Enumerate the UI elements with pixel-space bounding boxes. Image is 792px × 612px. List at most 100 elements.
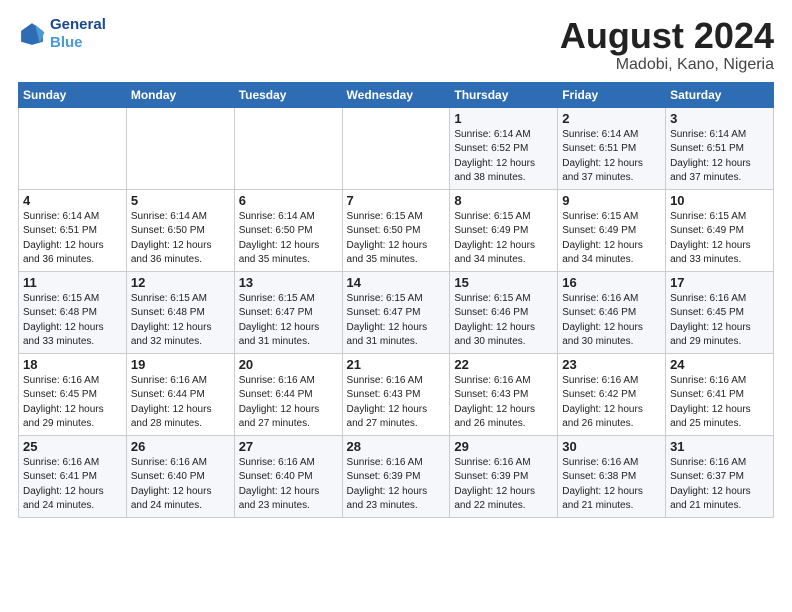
day-number: 23 <box>562 357 661 372</box>
day-details: Sunrise: 6:16 AMSunset: 6:46 PMDaylight:… <box>562 292 661 350</box>
month-title: August 2024 <box>560 16 774 56</box>
empty-cell <box>19 107 127 189</box>
day-number: 3 <box>670 111 769 126</box>
day-number: 16 <box>562 275 661 290</box>
day-details: Sunrise: 6:15 AMSunset: 6:48 PMDaylight:… <box>131 292 230 350</box>
day-cell-9: 9 Sunrise: 6:15 AMSunset: 6:49 PMDaylight… <box>558 189 666 271</box>
week-row-4: 18 Sunrise: 6:16 AMSunset: 6:45 PMDayligh… <box>19 353 774 435</box>
day-number: 20 <box>239 357 338 372</box>
day-cell-17: 17 Sunrise: 6:16 AMSunset: 6:45 PMDayligh… <box>666 271 774 353</box>
day-number: 29 <box>454 439 553 454</box>
day-cell-22: 22 Sunrise: 6:16 AMSunset: 6:43 PMDayligh… <box>450 353 558 435</box>
week-row-5: 25Sunrise: 6:16 AMSunset: 6:41 PMDayligh… <box>19 435 774 517</box>
week-row-2: 4Sunrise: 6:14 AMSunset: 6:51 PMDaylight… <box>19 189 774 271</box>
day-number: 1 <box>454 111 553 126</box>
day-details: Sunrise: 6:15 AMSunset: 6:46 PMDaylight:… <box>454 292 553 350</box>
day-cell-7: 7 Sunrise: 6:15 AMSunset: 6:50 PMDaylight… <box>342 189 450 271</box>
calendar-table: SundayMondayTuesdayWednesdayThursdayFrid… <box>18 82 774 518</box>
day-number: 2 <box>562 111 661 126</box>
day-cell-3: 3Sunrise: 6:14 AMSunset: 6:51 PMDaylight… <box>666 107 774 189</box>
day-cell-13: 13 Sunrise: 6:15 AMSunset: 6:47 PMDayligh… <box>234 271 342 353</box>
day-details: Sunrise: 6:16 AMSunset: 6:42 PMDaylight:… <box>562 374 661 432</box>
day-cell-26: 26 Sunrise: 6:16 AMSunset: 6:40 PMDayligh… <box>126 435 234 517</box>
day-number: 21 <box>347 357 446 372</box>
day-cell-25: 25Sunrise: 6:16 AMSunset: 6:41 PMDayligh… <box>19 435 127 517</box>
day-number: 22 <box>454 357 553 372</box>
day-cell-5: 5 Sunrise: 6:14 AMSunset: 6:50 PMDaylight… <box>126 189 234 271</box>
day-details: Sunrise: 6:16 AMSunset: 6:39 PMDaylight:… <box>454 456 553 514</box>
header: General Blue August 2024 Madobi, Kano, N… <box>18 16 774 74</box>
week-row-1: 1 Sunrise: 6:14 AMSunset: 6:52 PMDaylight… <box>19 107 774 189</box>
day-details: Sunrise: 6:15 AMSunset: 6:48 PMDaylight:… <box>23 292 122 350</box>
title-block: August 2024 Madobi, Kano, Nigeria <box>560 16 774 74</box>
day-details: Sunrise: 6:16 AMSunset: 6:43 PMDaylight:… <box>347 374 446 432</box>
day-number: 30 <box>562 439 661 454</box>
logo: General Blue <box>18 16 106 52</box>
day-details: Sunrise: 6:16 AMSunset: 6:40 PMDaylight:… <box>239 456 338 514</box>
day-number: 14 <box>347 275 446 290</box>
day-number: 12 <box>131 275 230 290</box>
day-details: Sunrise: 6:16 AMSunset: 6:41 PMDaylight:… <box>670 374 769 432</box>
day-details: Sunrise: 6:16 AMSunset: 6:45 PMDaylight:… <box>670 292 769 350</box>
day-number: 17 <box>670 275 769 290</box>
day-cell-10: 10 Sunrise: 6:15 AMSunset: 6:49 PMDayligh… <box>666 189 774 271</box>
day-details: Sunrise: 6:16 AMSunset: 6:45 PMDaylight:… <box>23 374 122 432</box>
week-row-3: 11 Sunrise: 6:15 AMSunset: 6:48 PMDayligh… <box>19 271 774 353</box>
day-number: 18 <box>23 357 122 372</box>
day-number: 28 <box>347 439 446 454</box>
day-number: 11 <box>23 275 122 290</box>
day-details: Sunrise: 6:15 AMSunset: 6:49 PMDaylight:… <box>562 210 661 268</box>
day-cell-20: 20Sunrise: 6:16 AMSunset: 6:44 PMDayligh… <box>234 353 342 435</box>
weekday-header-monday: Monday <box>126 82 234 107</box>
day-cell-14: 14 Sunrise: 6:15 AMSunset: 6:47 PMDayligh… <box>342 271 450 353</box>
day-number: 15 <box>454 275 553 290</box>
logo-icon <box>18 20 46 48</box>
day-cell-24: 24 Sunrise: 6:16 AMSunset: 6:41 PMDayligh… <box>666 353 774 435</box>
weekday-header-saturday: Saturday <box>666 82 774 107</box>
day-cell-4: 4Sunrise: 6:14 AMSunset: 6:51 PMDaylight… <box>19 189 127 271</box>
empty-cell <box>126 107 234 189</box>
day-details: Sunrise: 6:15 AMSunset: 6:50 PMDaylight:… <box>347 210 446 268</box>
location: Madobi, Kano, Nigeria <box>560 56 774 74</box>
day-number: 7 <box>347 193 446 208</box>
day-cell-15: 15 Sunrise: 6:15 AMSunset: 6:46 PMDayligh… <box>450 271 558 353</box>
day-details: Sunrise: 6:14 AMSunset: 6:50 PMDaylight:… <box>131 210 230 268</box>
day-cell-21: 21 Sunrise: 6:16 AMSunset: 6:43 PMDayligh… <box>342 353 450 435</box>
day-details: Sunrise: 6:15 AMSunset: 6:47 PMDaylight:… <box>239 292 338 350</box>
day-number: 5 <box>131 193 230 208</box>
weekday-header-tuesday: Tuesday <box>234 82 342 107</box>
day-details: Sunrise: 6:14 AMSunset: 6:52 PMDaylight:… <box>454 128 553 186</box>
day-cell-23: 23 Sunrise: 6:16 AMSunset: 6:42 PMDayligh… <box>558 353 666 435</box>
day-details: Sunrise: 6:16 AMSunset: 6:38 PMDaylight:… <box>562 456 661 514</box>
day-number: 24 <box>670 357 769 372</box>
day-details: Sunrise: 6:14 AMSunset: 6:50 PMDaylight:… <box>239 210 338 268</box>
day-details: Sunrise: 6:16 AMSunset: 6:39 PMDaylight:… <box>347 456 446 514</box>
day-cell-2: 2 Sunrise: 6:14 AMSunset: 6:51 PMDaylight… <box>558 107 666 189</box>
weekday-header-friday: Friday <box>558 82 666 107</box>
day-number: 27 <box>239 439 338 454</box>
day-number: 9 <box>562 193 661 208</box>
day-cell-16: 16 Sunrise: 6:16 AMSunset: 6:46 PMDayligh… <box>558 271 666 353</box>
day-number: 13 <box>239 275 338 290</box>
weekday-header-sunday: Sunday <box>19 82 127 107</box>
day-details: Sunrise: 6:16 AMSunset: 6:44 PMDaylight:… <box>131 374 230 432</box>
empty-cell <box>234 107 342 189</box>
day-cell-8: 8Sunrise: 6:15 AMSunset: 6:49 PMDaylight… <box>450 189 558 271</box>
day-cell-31: 31Sunrise: 6:16 AMSunset: 6:37 PMDayligh… <box>666 435 774 517</box>
day-number: 26 <box>131 439 230 454</box>
day-number: 10 <box>670 193 769 208</box>
day-cell-27: 27 Sunrise: 6:16 AMSunset: 6:40 PMDayligh… <box>234 435 342 517</box>
day-cell-6: 6Sunrise: 6:14 AMSunset: 6:50 PMDaylight… <box>234 189 342 271</box>
logo-text: General Blue <box>50 16 106 52</box>
day-details: Sunrise: 6:16 AMSunset: 6:40 PMDaylight:… <box>131 456 230 514</box>
day-number: 4 <box>23 193 122 208</box>
day-cell-29: 29 Sunrise: 6:16 AMSunset: 6:39 PMDayligh… <box>450 435 558 517</box>
day-details: Sunrise: 6:15 AMSunset: 6:49 PMDaylight:… <box>670 210 769 268</box>
day-number: 31 <box>670 439 769 454</box>
day-number: 8 <box>454 193 553 208</box>
day-details: Sunrise: 6:16 AMSunset: 6:43 PMDaylight:… <box>454 374 553 432</box>
day-details: Sunrise: 6:15 AMSunset: 6:47 PMDaylight:… <box>347 292 446 350</box>
day-cell-19: 19Sunrise: 6:16 AMSunset: 6:44 PMDayligh… <box>126 353 234 435</box>
day-cell-30: 30 Sunrise: 6:16 AMSunset: 6:38 PMDayligh… <box>558 435 666 517</box>
day-details: Sunrise: 6:14 AMSunset: 6:51 PMDaylight:… <box>562 128 661 186</box>
